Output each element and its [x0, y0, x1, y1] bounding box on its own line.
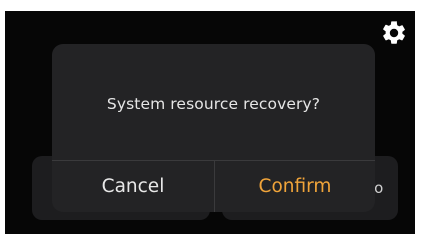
confirm-dialog: System resource recovery? Cancel Confirm	[52, 44, 375, 212]
confirm-button[interactable]: Confirm	[215, 161, 375, 212]
cancel-button[interactable]: Cancel	[52, 161, 214, 212]
dialog-message: System resource recovery?	[106, 95, 321, 113]
gear-icon[interactable]	[380, 19, 408, 47]
device-screen: ıo System resource recovery? Cancel Conf…	[5, 11, 415, 234]
